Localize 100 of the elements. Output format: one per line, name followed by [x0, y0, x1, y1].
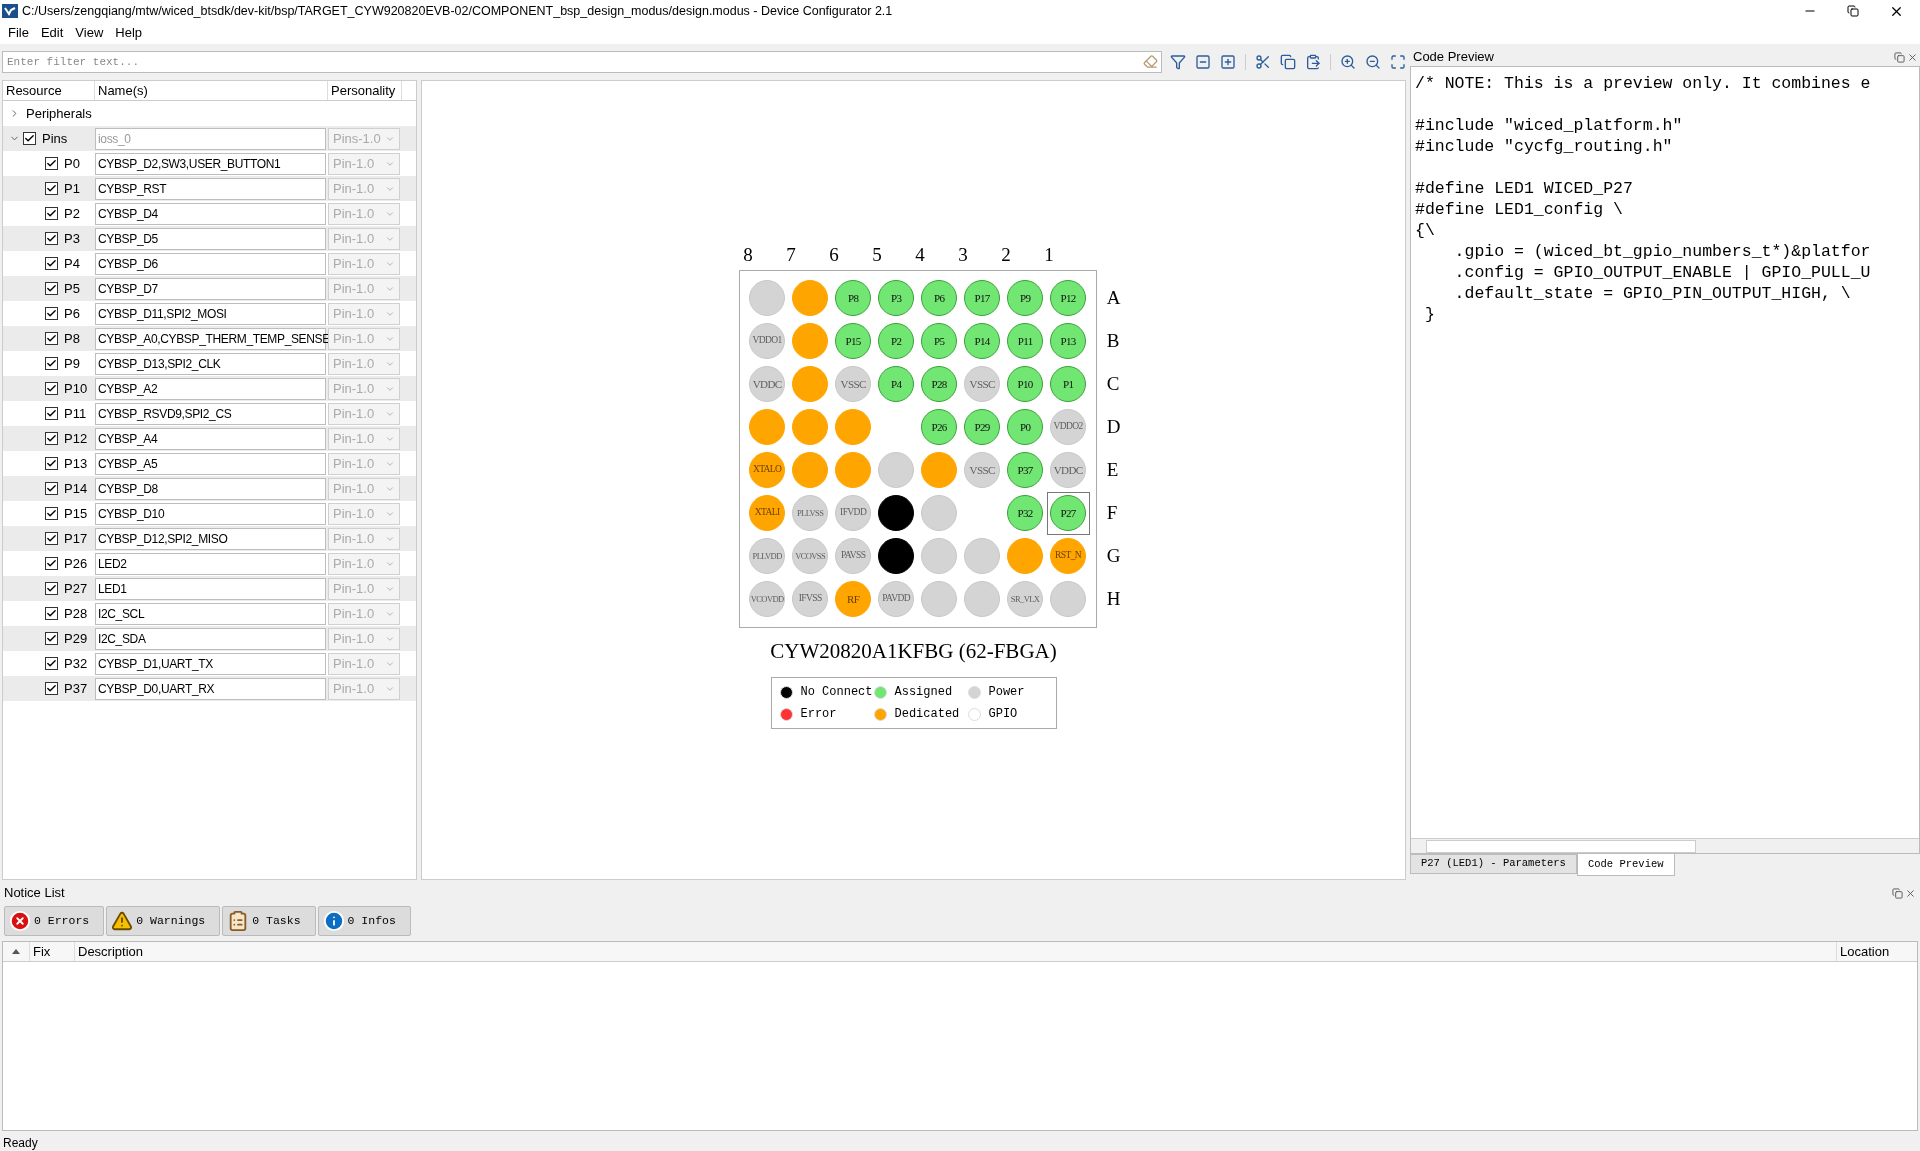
pin[interactable]: VDDC	[1050, 452, 1087, 488]
pin[interactable]: RST_N	[1050, 538, 1087, 574]
checkbox[interactable]	[45, 282, 58, 295]
column-header[interactable]: Location	[1836, 942, 1917, 961]
checkbox[interactable]	[45, 632, 58, 645]
notice-filter-button[interactable]: 0 Infos	[317, 906, 411, 936]
tab[interactable]: Code Preview	[1576, 854, 1675, 876]
pin[interactable]: VDDO1	[749, 323, 786, 359]
tab[interactable]: P27 (LED1) - Parameters	[1410, 854, 1577, 874]
restore-icon[interactable]	[1847, 5, 1859, 17]
checkbox[interactable]	[45, 407, 58, 420]
pin[interactable]	[878, 538, 915, 574]
names-field[interactable]: CYBSP_D0,UART_RX	[95, 677, 326, 700]
pin[interactable]: VCOVSS	[792, 538, 829, 574]
names-field[interactable]: CYBSP_D10	[95, 502, 326, 525]
pin[interactable]: PAVDD	[878, 581, 915, 617]
fit-icon[interactable]	[1390, 54, 1406, 70]
float-icon[interactable]	[1894, 51, 1905, 63]
pin[interactable]	[878, 495, 915, 531]
names-field[interactable]: CYBSP_D13,SPI2_CLK	[95, 352, 326, 375]
notice-filter-button[interactable]: 0 Errors	[4, 906, 105, 936]
pin[interactable]: P15	[835, 323, 872, 359]
scissors-icon[interactable]	[1255, 54, 1271, 70]
eraser-icon[interactable]	[1143, 54, 1158, 69]
column-header[interactable]: Personality	[328, 81, 402, 100]
pin[interactable]: XTALI	[749, 495, 786, 531]
column-header[interactable]: Fix	[30, 942, 75, 961]
pin[interactable]: P11	[1007, 323, 1044, 359]
pin[interactable]: P32	[1007, 495, 1044, 531]
pin[interactable]: P4	[878, 366, 915, 402]
notice-filter-button[interactable]: 0 Warnings	[106, 906, 221, 936]
checkbox[interactable]	[45, 307, 58, 320]
names-field[interactable]: CYBSP_RSVD9,SPI2_CS	[95, 402, 326, 425]
pin[interactable]: VDDO2	[1050, 409, 1087, 445]
pin[interactable]: P37	[1007, 452, 1044, 488]
checkbox[interactable]	[23, 132, 36, 145]
checkbox[interactable]	[45, 357, 58, 370]
zoom-in-icon[interactable]	[1340, 54, 1356, 70]
checkbox[interactable]	[45, 382, 58, 395]
names-field[interactable]: I2C_SDA	[95, 627, 326, 650]
pin[interactable]: VDDC	[749, 366, 786, 402]
pin[interactable]: P27	[1050, 495, 1087, 531]
pin[interactable]: P3	[878, 280, 915, 316]
checkbox[interactable]	[45, 582, 58, 595]
names-field[interactable]: CYBSP_D2,SW3,USER_BUTTON1	[95, 152, 326, 175]
pin[interactable]: P28	[921, 366, 958, 402]
pin[interactable]: VSSC	[964, 452, 1001, 488]
pin[interactable]: P13	[1050, 323, 1087, 359]
pin[interactable]: SR_VLX	[1007, 581, 1044, 617]
pin[interactable]: VSSC	[964, 366, 1001, 402]
checkbox[interactable]	[45, 207, 58, 220]
float-icon[interactable]	[1892, 887, 1903, 899]
pin[interactable]: VSSC	[835, 366, 872, 402]
filter-field[interactable]: Enter filter text...	[2, 51, 1162, 73]
names-field[interactable]: CYBSP_D7	[95, 277, 326, 300]
checkbox[interactable]	[45, 157, 58, 170]
names-field[interactable]: CYBSP_D11,SPI2_MOSI	[95, 302, 326, 325]
checkbox[interactable]	[45, 257, 58, 270]
pin[interactable]: P6	[921, 280, 958, 316]
checkbox[interactable]	[45, 532, 58, 545]
menu-item[interactable]: Edit	[40, 23, 64, 43]
checkbox[interactable]	[45, 457, 58, 470]
checkbox[interactable]	[45, 182, 58, 195]
pin[interactable]: XTALO	[749, 452, 786, 488]
column-header[interactable]: Description	[75, 942, 1836, 961]
pin[interactable]: VCOVDD	[749, 581, 786, 617]
checkbox[interactable]	[45, 332, 58, 345]
notice-filter-button[interactable]: 0 Tasks	[222, 906, 316, 936]
sort-indicator-icon[interactable]	[12, 949, 20, 954]
pin[interactable]: IFVSS	[792, 581, 829, 617]
checkbox[interactable]	[45, 482, 58, 495]
pin[interactable]: PAVSS	[835, 538, 872, 574]
filter-icon[interactable]	[1170, 54, 1186, 70]
checkbox[interactable]	[45, 557, 58, 570]
checkbox[interactable]	[45, 232, 58, 245]
names-field[interactable]: CYBSP_D5	[95, 227, 326, 250]
names-field[interactable]: CYBSP_A5	[95, 452, 326, 475]
checkbox[interactable]	[45, 657, 58, 670]
names-field[interactable]: CYBSP_D12,SPI2_MISO	[95, 527, 326, 550]
pin[interactable]: P5	[921, 323, 958, 359]
pin[interactable]: P26	[921, 409, 958, 445]
names-field[interactable]: CYBSP_A4	[95, 427, 326, 450]
pin[interactable]: P10	[1007, 366, 1044, 402]
names-field[interactable]: CYBSP_D8	[95, 477, 326, 500]
pin[interactable]: IFVDD	[835, 495, 872, 531]
pin[interactable]: P12	[1050, 280, 1087, 316]
names-field[interactable]: CYBSP_A0,CYBSP_THERM_TEMP_SENSE	[95, 327, 326, 350]
collapse-all-icon[interactable]	[1195, 54, 1211, 70]
horizontal-scrollbar[interactable]	[1411, 838, 1919, 853]
menu-item[interactable]: View	[75, 23, 104, 43]
names-field[interactable]: CYBSP_D4	[95, 202, 326, 225]
expand-all-icon[interactable]	[1220, 54, 1236, 70]
names-field[interactable]: I2C_SCL	[95, 602, 326, 625]
menu-item[interactable]: File	[8, 23, 29, 43]
pin[interactable]: P17	[964, 280, 1001, 316]
menu-item[interactable]: Help	[115, 23, 143, 43]
names-field[interactable]: LED1	[95, 577, 326, 600]
names-field[interactable]: CYBSP_A2	[95, 377, 326, 400]
checkbox[interactable]	[45, 607, 58, 620]
pin[interactable]: P9	[1007, 280, 1044, 316]
